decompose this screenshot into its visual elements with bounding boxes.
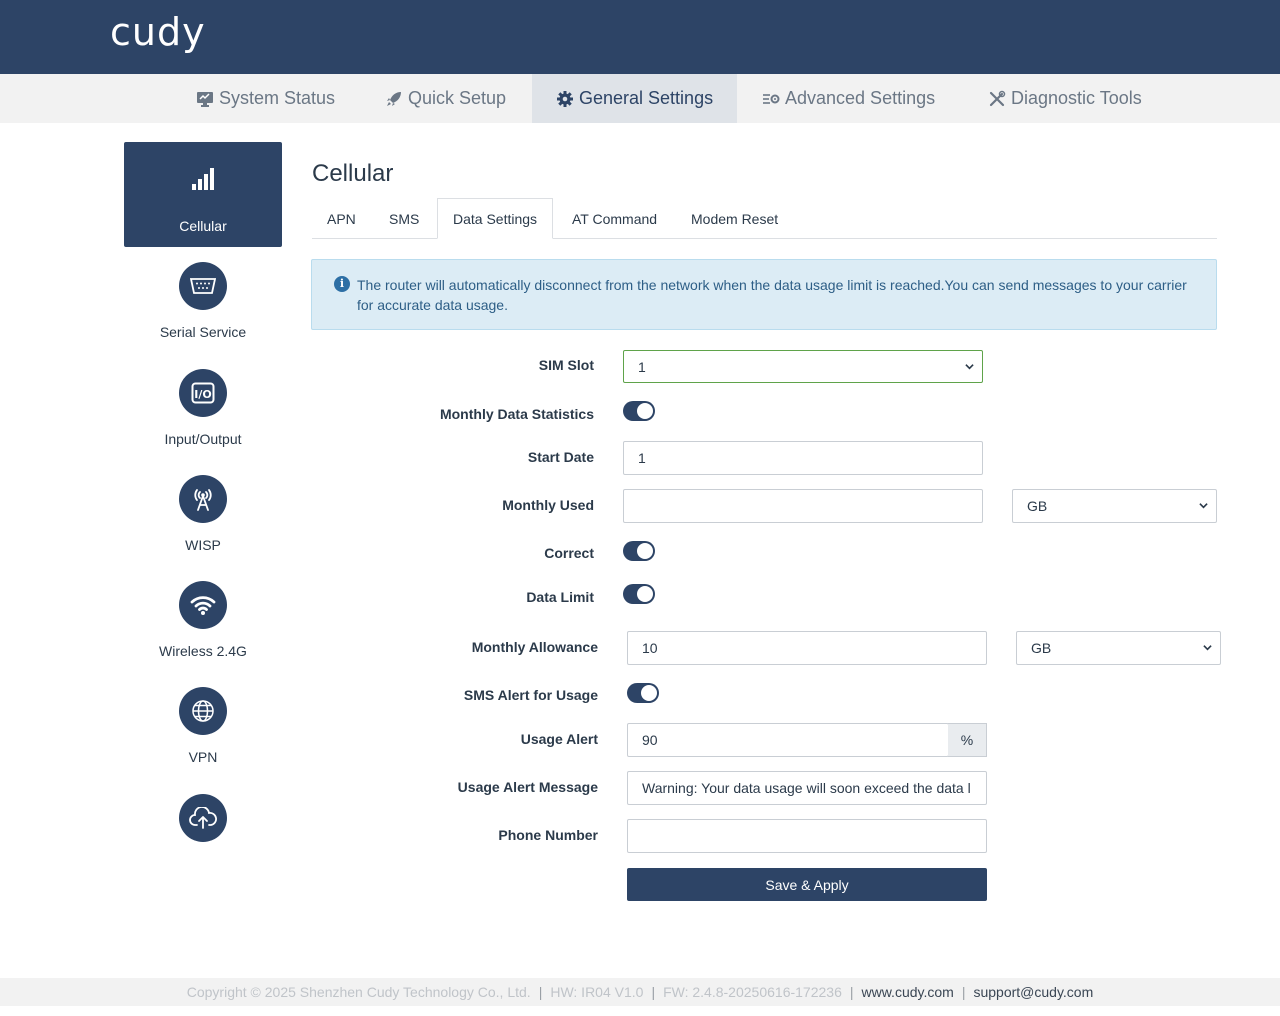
- sidebar-item-vpn[interactable]: VPN: [124, 687, 282, 767]
- top-header: cudy: [0, 0, 1280, 74]
- main-nav: System Status Quick Setup General Settin…: [0, 74, 1280, 123]
- cudy-logo[interactable]: cudy: [110, 10, 206, 54]
- support-email-link[interactable]: support@cudy.com: [973, 984, 1093, 1000]
- sidebar-item-label: Wireless 2.4G: [159, 643, 247, 659]
- nav-label: System Status: [219, 88, 336, 108]
- toggle-knob: [637, 586, 653, 602]
- unit-value: GB: [1031, 640, 1052, 656]
- nav-quick-setup[interactable]: Quick Setup: [385, 74, 506, 123]
- hardware-version: HW: IR04 V1.0: [550, 984, 644, 1000]
- sidebar-item-label: Serial Service: [159, 324, 247, 340]
- footer: Copyright © 2025 Shenzhen Cudy Technolog…: [0, 978, 1280, 1006]
- start-date-label: Start Date: [527, 449, 594, 465]
- page-title: Cellular: [312, 160, 394, 187]
- serial-port-icon: [179, 262, 227, 310]
- website-link[interactable]: www.cudy.com: [862, 984, 954, 1000]
- io-icon: I/O: [179, 369, 227, 417]
- monthly-used-input[interactable]: [623, 489, 983, 523]
- monthly-allowance-input[interactable]: 10: [627, 631, 987, 665]
- sms-alert-toggle[interactable]: [627, 683, 659, 703]
- sidebar-item-input-output[interactable]: I/O Input/Output: [124, 369, 282, 449]
- tab-apn[interactable]: APN: [327, 198, 356, 239]
- nav-label: Quick Setup: [408, 88, 507, 108]
- wifi-icon: [179, 581, 227, 629]
- toggle-knob: [637, 543, 653, 559]
- divider: |: [651, 984, 656, 1000]
- monthly-allowance-unit-select[interactable]: GB: [1016, 631, 1221, 665]
- save-apply-button[interactable]: Save & Apply: [627, 868, 987, 901]
- monthly-allowance-label: Monthly Allowance: [471, 639, 598, 655]
- copyright-text: Copyright © 2025 Shenzhen Cudy Technolog…: [186, 984, 531, 1000]
- sidebar-item-wisp[interactable]: WISP: [124, 475, 282, 555]
- rocket-icon: [387, 91, 401, 106]
- usage-alert-input[interactable]: 90: [627, 723, 949, 757]
- cloud-upload-icon: [179, 794, 227, 842]
- chevron-down-icon: [965, 364, 974, 370]
- sim-slot-select[interactable]: 1: [623, 350, 983, 383]
- usage-alert-message-label: Usage Alert Message: [457, 779, 598, 795]
- divider: |: [961, 984, 966, 1000]
- data-limit-label: Data Limit: [526, 589, 594, 605]
- monthly-data-statistics-toggle[interactable]: [623, 401, 655, 421]
- firmware-version: FW: 2.4.8-20250616-172236: [663, 984, 842, 1000]
- monthly-data-statistics-label: Monthly Data Statistics: [439, 406, 594, 422]
- monthly-used-label: Monthly Used: [502, 497, 594, 513]
- chevron-down-icon: [1199, 503, 1208, 509]
- tools-icon: [989, 90, 1006, 106]
- antenna-icon: [179, 475, 227, 523]
- nav-label: General Settings: [579, 88, 714, 108]
- tab-bar: APN SMS Data Settings AT Command Modem R…: [312, 198, 1217, 239]
- toggle-knob: [637, 403, 653, 419]
- sidebar-item-label: WISP: [185, 537, 221, 553]
- sidebar-item-label: Input/Output: [164, 431, 242, 447]
- globe-icon: [179, 687, 227, 735]
- sidebar-item-serial-service[interactable]: Serial Service: [124, 262, 282, 342]
- start-date-input[interactable]: 1: [623, 441, 983, 475]
- unit-value: GB: [1027, 498, 1048, 514]
- divider: |: [538, 984, 543, 1000]
- tab-data-settings[interactable]: Data Settings: [437, 198, 554, 239]
- sidebar-item-cloud[interactable]: [124, 794, 282, 844]
- toggle-knob: [641, 685, 657, 701]
- nav-diagnostic-tools[interactable]: Diagnostic Tools: [988, 74, 1142, 123]
- monthly-used-unit-select[interactable]: GB: [1012, 489, 1217, 523]
- tab-modem-reset[interactable]: Modem Reset: [691, 198, 778, 239]
- usage-alert-message-input[interactable]: Warning: Your data usage will soon excee…: [627, 771, 987, 805]
- sim-slot-label: SIM Slot: [538, 357, 594, 373]
- info-message: The router will automatically disconnect…: [357, 277, 1187, 313]
- tab-at-command[interactable]: AT Command: [572, 198, 657, 239]
- divider: |: [849, 984, 854, 1000]
- usage-alert-label: Usage Alert: [520, 731, 598, 747]
- correct-toggle[interactable]: [623, 541, 655, 561]
- nav-system-status[interactable]: System Status: [196, 74, 335, 123]
- percent-addon: %: [948, 723, 987, 757]
- nav-label: Advanced Settings: [785, 88, 936, 108]
- nav-advanced-settings[interactable]: Advanced Settings: [762, 74, 935, 123]
- monitor-icon: [197, 91, 213, 107]
- phone-number-input[interactable]: [627, 819, 987, 853]
- info-alert: i The router will automatically disconne…: [311, 259, 1217, 330]
- sim-slot-value: 1: [638, 358, 646, 375]
- sms-alert-label: SMS Alert for Usage: [463, 687, 598, 703]
- nav-general-settings[interactable]: General Settings: [532, 74, 737, 123]
- sliders-icon: [763, 93, 780, 104]
- nav-label: Diagnostic Tools: [1011, 88, 1142, 108]
- sidebar-item-label: Cellular: [179, 218, 227, 234]
- correct-label: Correct: [544, 545, 594, 561]
- signal-bars-icon: [192, 168, 214, 190]
- gear-icon: [557, 90, 573, 107]
- data-limit-toggle[interactable]: [623, 584, 655, 604]
- phone-number-label: Phone Number: [498, 827, 598, 843]
- chevron-down-icon: [1203, 645, 1212, 651]
- svg-text:I/O: I/O: [194, 388, 211, 401]
- tab-sms[interactable]: SMS: [389, 198, 419, 239]
- sidebar-item-wireless-24g[interactable]: Wireless 2.4G: [124, 581, 282, 661]
- info-icon: i: [334, 276, 350, 292]
- sidebar-item-label: VPN: [188, 749, 218, 765]
- sidebar-item-cellular[interactable]: Cellular: [124, 142, 282, 247]
